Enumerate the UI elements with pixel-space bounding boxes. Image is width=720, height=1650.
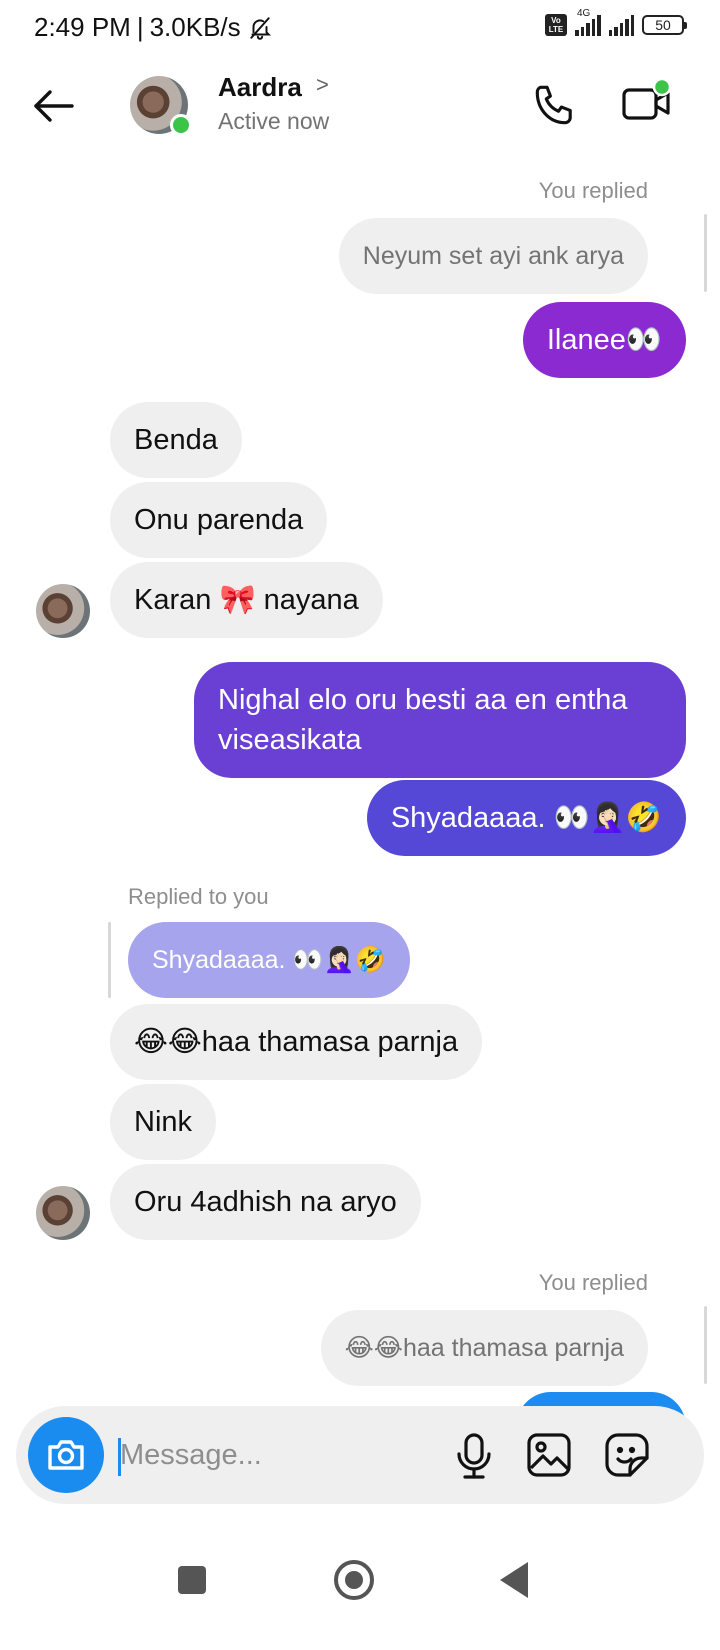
image-icon	[527, 1433, 571, 1477]
message-input[interactable]	[120, 1432, 420, 1478]
reply-bar	[108, 922, 111, 998]
video-camera-icon	[622, 77, 672, 120]
quoted-message-text: 😂😂haa thamasa parnja	[344, 1334, 624, 1362]
gallery-button[interactable]	[526, 1432, 572, 1478]
system-back-button[interactable]	[500, 1562, 528, 1598]
camera-icon	[48, 1440, 84, 1470]
sticker-icon	[605, 1433, 649, 1477]
status-bar-right: Vo LTE 4G 50	[545, 8, 687, 36]
message-composer	[16, 1406, 704, 1504]
quoted-message-text: Shyadaaaa. 👀🤦🏻‍♀️🤣	[152, 946, 386, 974]
reply-context-label: Replied to you	[128, 884, 269, 909]
bell-off-icon	[250, 16, 271, 40]
recents-button[interactable]	[178, 1566, 206, 1594]
online-indicator	[170, 114, 192, 136]
message-text: Karan 🎀 nayana	[134, 584, 359, 616]
sticker-button[interactable]	[604, 1432, 650, 1478]
signal-icon-2	[608, 14, 634, 36]
network-speed: 3.0KB/s	[149, 12, 241, 42]
back-button[interactable]	[30, 82, 78, 130]
message-text: Onu parenda	[134, 504, 304, 536]
contact-name[interactable]: Aardra	[218, 72, 302, 103]
sender-avatar[interactable]	[36, 1186, 90, 1240]
message-text: Oru 4adhish na aryo	[134, 1186, 397, 1218]
battery-icon: 50	[642, 15, 687, 35]
message-text: Nighal elo oru besti aa en entha viseasi…	[218, 684, 628, 756]
received-message[interactable]: Nink	[110, 1084, 217, 1160]
reply-context-label: You replied	[538, 1270, 648, 1295]
quoted-message-text: Neyum set ayi ank arya	[362, 242, 624, 270]
camera-button[interactable]	[28, 1417, 104, 1493]
video-call-button[interactable]	[620, 77, 674, 128]
quoted-message[interactable]: Neyum set ayi ank arya	[338, 218, 648, 294]
message-text: Ilanee👀	[546, 324, 662, 356]
status-separator: |	[136, 12, 144, 42]
quoted-message[interactable]: 😂😂haa thamasa parnja	[320, 1310, 648, 1386]
network-type: 4G	[577, 8, 591, 19]
message-text: Nink	[134, 1106, 193, 1138]
system-navigation-bar	[0, 1530, 720, 1650]
sent-message[interactable]: Ilanee👀	[522, 302, 686, 378]
reply-bar	[704, 1306, 707, 1384]
received-message[interactable]: 😂😂haa thamasa parnja	[110, 1004, 483, 1080]
received-message[interactable]: Oru 4adhish na aryo	[110, 1164, 421, 1240]
reply-bar	[704, 214, 707, 292]
message-text: Shyadaaaa. 👀🤦🏻‍♀️🤣	[390, 802, 662, 834]
voice-message-button[interactable]	[452, 1432, 496, 1480]
chat-header: Aardra > Active now	[0, 60, 720, 160]
sent-message[interactable]: Nighal elo oru besti aa en entha viseasi…	[194, 662, 686, 778]
received-message[interactable]: Onu parenda	[110, 482, 328, 558]
audio-call-button[interactable]	[530, 80, 580, 130]
active-status: Active now	[218, 108, 330, 134]
volte-badge: Vo LTE	[545, 14, 567, 36]
signal-icon: 4G	[575, 8, 601, 36]
home-button[interactable]	[334, 1560, 374, 1600]
sender-avatar[interactable]	[36, 584, 90, 638]
reply-context-label: You replied	[538, 178, 648, 203]
clock: 2:49 PM	[34, 12, 131, 42]
arrow-left-icon	[34, 90, 74, 122]
quoted-message[interactable]: Shyadaaaa. 👀🤦🏻‍♀️🤣	[128, 922, 410, 998]
phone-icon	[535, 85, 572, 125]
message-text: 😂😂haa thamasa parnja	[134, 1026, 459, 1058]
status-bar-left: 2:49 PM | 3.0KB/s	[34, 12, 273, 43]
sent-message[interactable]: Shyadaaaa. 👀🤦🏻‍♀️🤣	[366, 780, 686, 856]
message-text: Benda	[134, 424, 218, 456]
received-message[interactable]: Benda	[110, 402, 242, 478]
microphone-icon	[457, 1433, 491, 1479]
chevron-right-icon: >	[316, 72, 329, 97]
received-message[interactable]: Karan 🎀 nayana	[110, 562, 383, 638]
contact-avatar-button[interactable]	[130, 76, 192, 136]
status-bar: 2:49 PM | 3.0KB/s Vo LTE 4G 50	[0, 0, 720, 52]
